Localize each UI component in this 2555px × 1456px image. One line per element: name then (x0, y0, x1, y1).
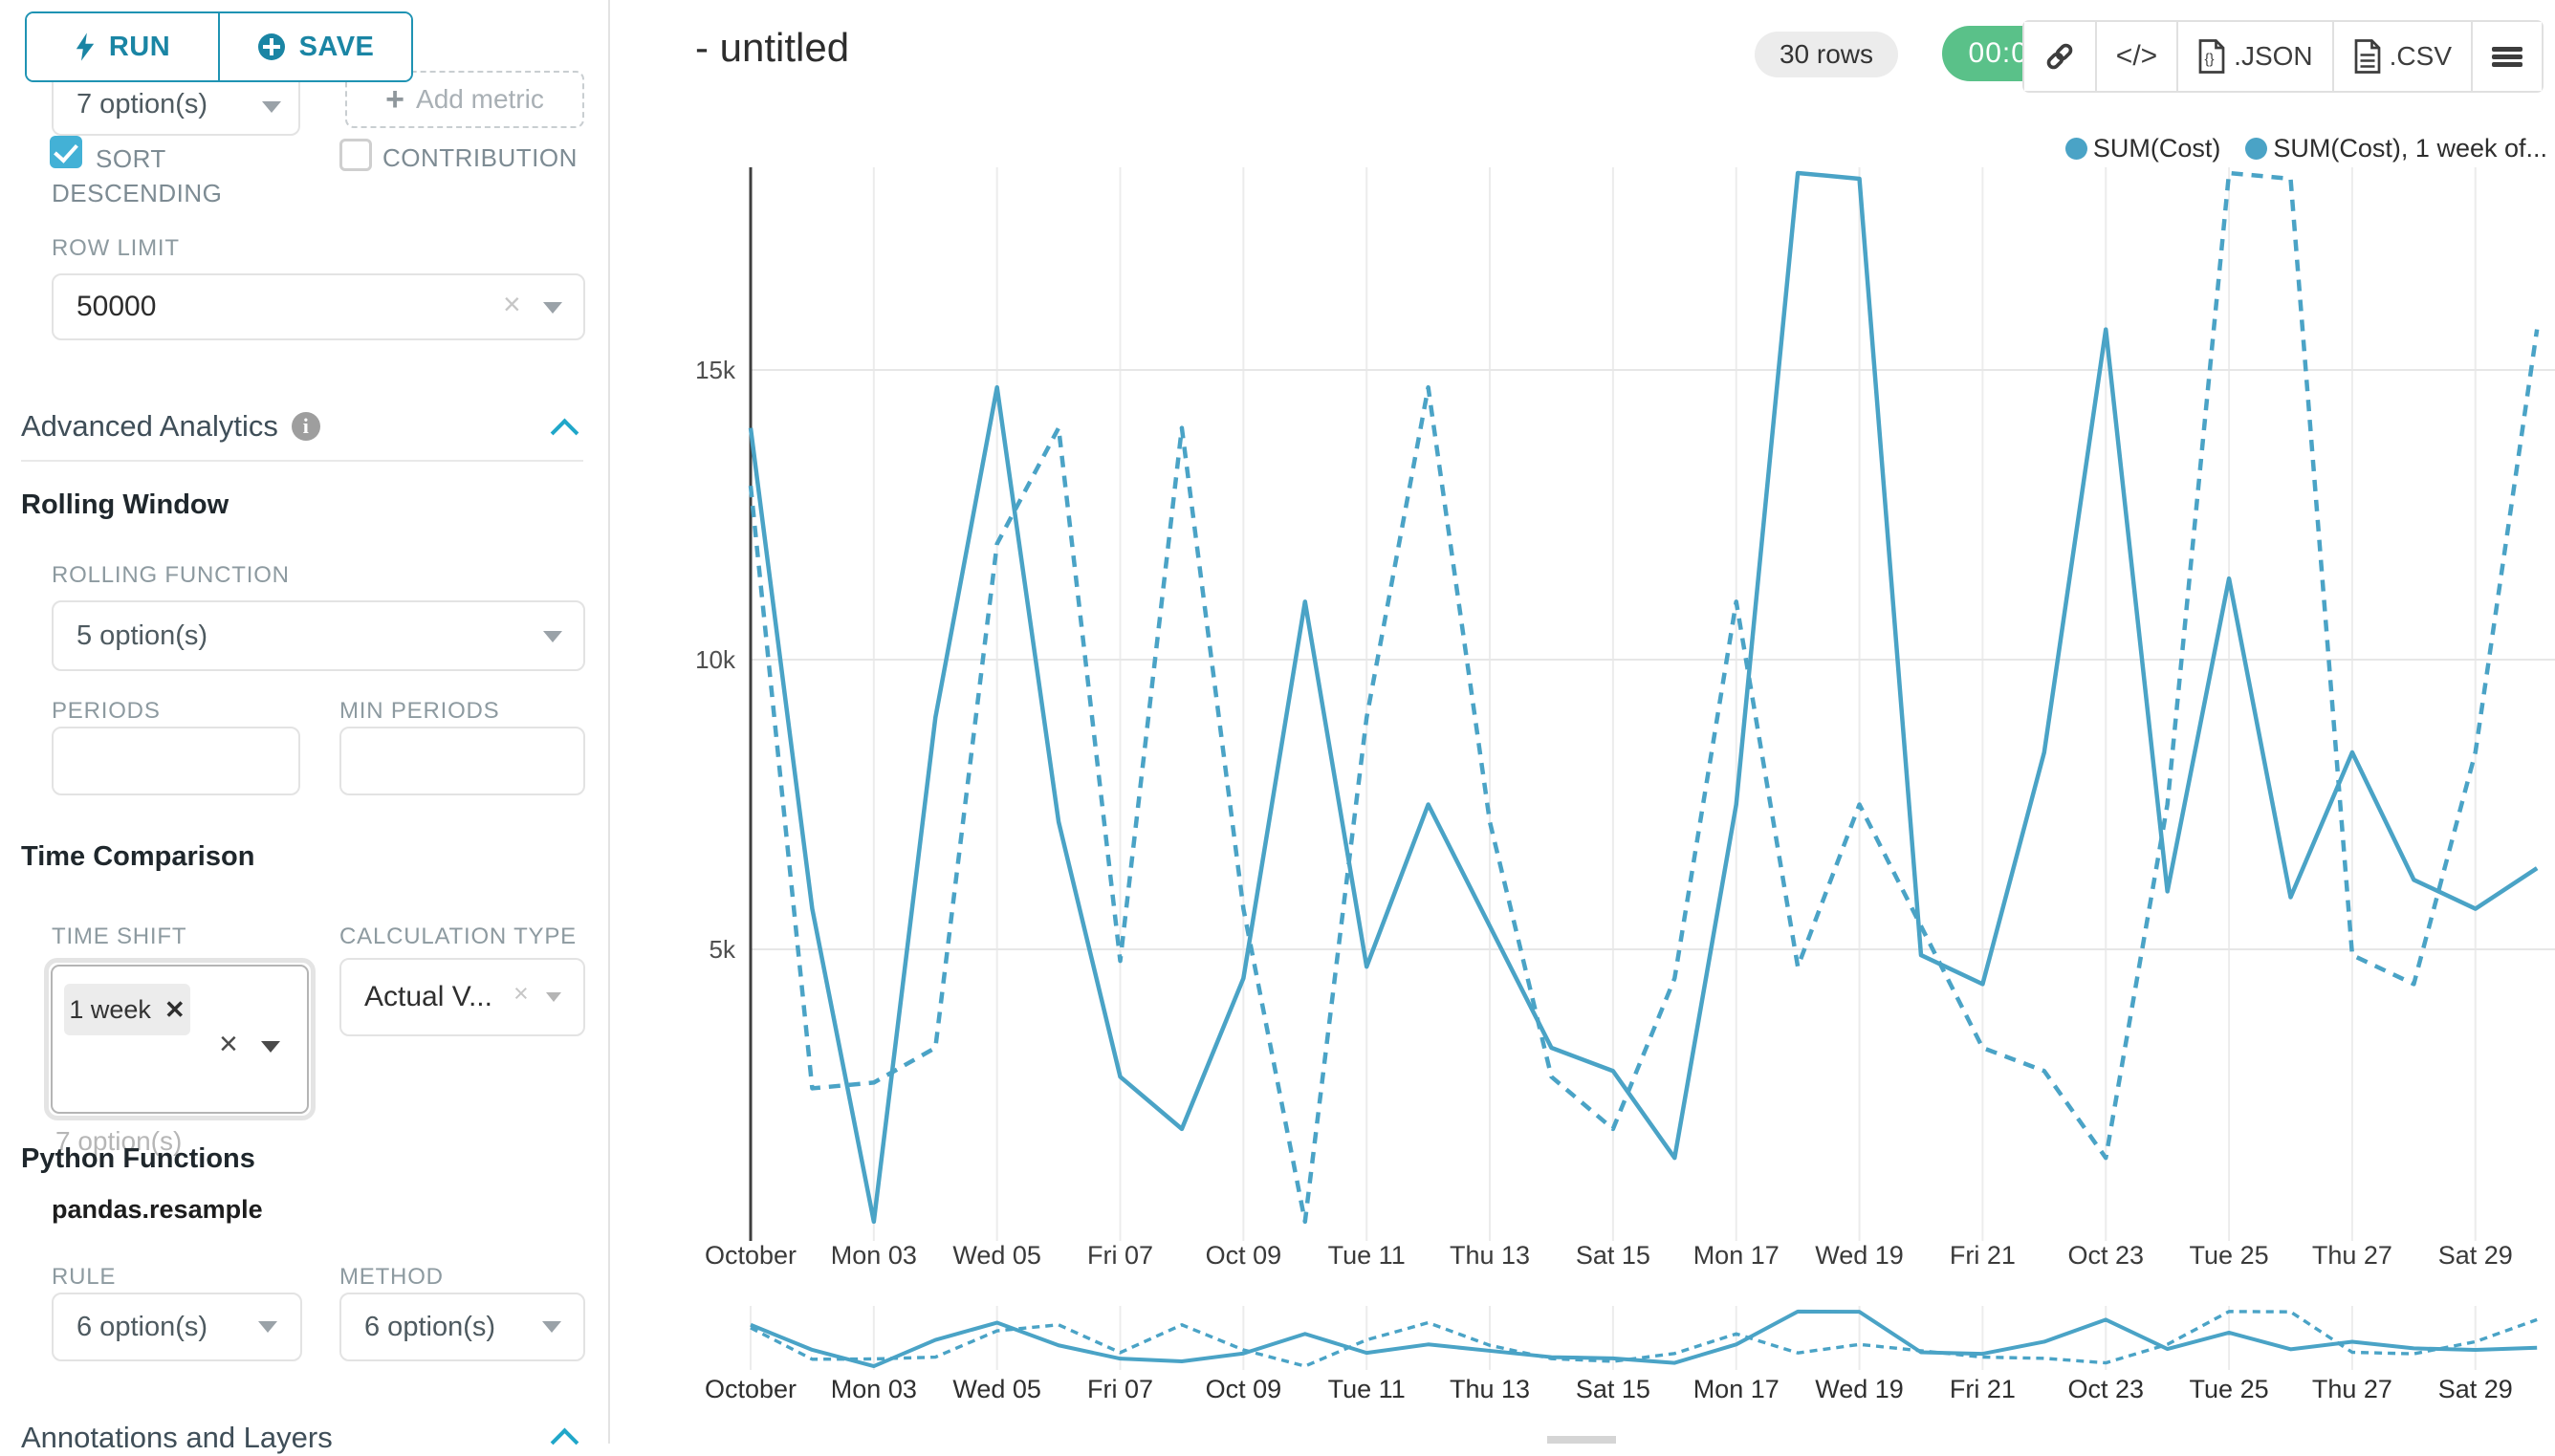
rule-select[interactable]: 6 option(s) (52, 1293, 302, 1361)
chevron-down-icon (262, 101, 281, 113)
svg-text:Oct 09: Oct 09 (1206, 1241, 1282, 1270)
svg-text:Sat 15: Sat 15 (1576, 1375, 1650, 1403)
save-button-label: SAVE (299, 32, 375, 63)
row-limit-value: 50000 (54, 291, 156, 323)
time-comparison-title: Time Comparison (21, 841, 254, 873)
svg-text:Sat 29: Sat 29 (2438, 1375, 2513, 1403)
python-functions-title: Python Functions (21, 1143, 255, 1175)
control-panel: RUN SAVE 7 option(s) + Add metric SORT D… (0, 0, 609, 1444)
section-divider (21, 460, 583, 462)
time-shift-tag-label: 1 week (69, 995, 151, 1025)
calculation-type-label: CALCULATION TYPE (339, 924, 577, 950)
groupby-select-value: 7 option(s) (54, 89, 207, 134)
svg-text:Thu 27: Thu 27 (2312, 1375, 2392, 1403)
chevron-down-icon (542, 1321, 561, 1333)
svg-text:Tue 11: Tue 11 (1328, 1241, 1406, 1270)
min-periods-label: MIN PERIODS (339, 698, 499, 725)
calculation-type-select[interactable]: Actual V... × (339, 958, 585, 1036)
svg-text:October: October (705, 1241, 797, 1270)
svg-text:Wed 19: Wed 19 (1815, 1241, 1904, 1270)
svg-text:Wed 19: Wed 19 (1815, 1375, 1904, 1403)
rolling-function-value: 5 option(s) (54, 620, 207, 652)
time-shift-label: TIME SHIFT (52, 924, 186, 950)
svg-text:Oct 23: Oct 23 (2067, 1241, 2144, 1270)
svg-text:Mon 17: Mon 17 (1693, 1241, 1780, 1270)
row-limit-select[interactable]: 50000 × (52, 273, 585, 340)
svg-text:Wed 05: Wed 05 (952, 1241, 1041, 1270)
sort-descending-label: SORT DESCENDING (52, 141, 222, 210)
svg-text:Fri 21: Fri 21 (1950, 1241, 2016, 1270)
chevron-down-icon (261, 1041, 280, 1053)
calculation-type-value: Actual V... (341, 981, 492, 1013)
svg-text:Mon 17: Mon 17 (1693, 1375, 1780, 1403)
method-select[interactable]: 6 option(s) (339, 1293, 585, 1361)
advanced-analytics-title: Advanced Analytics (21, 409, 278, 444)
clear-icon[interactable]: × (513, 981, 529, 1007)
rule-value: 6 option(s) (54, 1312, 207, 1343)
close-icon[interactable]: ✕ (164, 995, 186, 1025)
svg-text:Fri 07: Fri 07 (1087, 1375, 1153, 1403)
svg-text:Thu 13: Thu 13 (1450, 1241, 1530, 1270)
svg-text:Sat 29: Sat 29 (2438, 1241, 2513, 1270)
chevron-up-icon[interactable] (551, 419, 579, 447)
svg-text:15k: 15k (695, 356, 736, 384)
svg-text:Fri 21: Fri 21 (1950, 1375, 2016, 1403)
contribution-checkbox[interactable] (339, 139, 372, 171)
chevron-down-icon (258, 1321, 277, 1333)
svg-text:Wed 05: Wed 05 (952, 1375, 1041, 1403)
svg-text:Tue 25: Tue 25 (2190, 1375, 2269, 1403)
chevron-down-icon (543, 631, 562, 642)
svg-text:Tue 25: Tue 25 (2190, 1241, 2269, 1270)
info-icon: i (292, 412, 320, 441)
timeseries-line-chart[interactable]: 5k 10k 15k October October Mon 03 Mon 03 Wed 05… (609, 0, 2555, 1444)
svg-text:Sat 15: Sat 15 (1576, 1241, 1650, 1270)
svg-text:Tue 11: Tue 11 (1328, 1375, 1406, 1403)
min-periods-input[interactable] (339, 727, 585, 795)
svg-text:Thu 27: Thu 27 (2312, 1241, 2392, 1270)
run-save-button-group: RUN SAVE (25, 11, 413, 82)
svg-text:Fri 07: Fri 07 (1087, 1241, 1153, 1270)
contribution-label: CONTRIBUTION (382, 143, 578, 173)
chevron-up-icon[interactable] (551, 1428, 579, 1456)
advanced-analytics-header[interactable]: Advanced Analytics i (21, 409, 320, 444)
rule-label: RULE (52, 1264, 116, 1291)
method-label: METHOD (339, 1264, 444, 1291)
save-button[interactable]: SAVE (220, 13, 411, 80)
run-button[interactable]: RUN (27, 13, 220, 80)
time-shift-select[interactable]: 1 week ✕ × (44, 958, 316, 1120)
clear-icon[interactable]: × (219, 1026, 238, 1063)
add-metric-label: Add metric (416, 84, 544, 115)
chevron-down-icon (546, 992, 561, 1002)
rolling-function-label: ROLLING FUNCTION (52, 562, 290, 589)
periods-label: PERIODS (52, 698, 161, 725)
chevron-down-icon (543, 302, 562, 314)
svg-text:Oct 09: Oct 09 (1206, 1375, 1282, 1403)
run-button-label: RUN (109, 32, 170, 63)
svg-text:5k: 5k (710, 935, 736, 964)
pandas-resample-label: pandas.resample (52, 1195, 263, 1225)
clear-icon[interactable]: × (503, 289, 521, 319)
svg-text:10k: 10k (695, 645, 736, 674)
plus-circle-icon (257, 33, 286, 61)
svg-text:Mon 03: Mon 03 (831, 1375, 917, 1403)
svg-text:October: October (705, 1375, 797, 1403)
resize-handle[interactable] (1547, 1436, 1616, 1444)
periods-input[interactable] (52, 727, 300, 795)
svg-text:Thu 13: Thu 13 (1450, 1375, 1530, 1403)
annotations-title: Annotations and Layers (21, 1421, 333, 1455)
svg-text:Mon 03: Mon 03 (831, 1241, 917, 1270)
row-limit-label: ROW LIMIT (52, 235, 180, 262)
lightning-icon (75, 32, 96, 62)
rolling-window-title: Rolling Window (21, 489, 229, 521)
svg-text:Oct 23: Oct 23 (2067, 1375, 2144, 1403)
rolling-function-select[interactable]: 5 option(s) (52, 600, 585, 671)
method-value: 6 option(s) (341, 1312, 495, 1343)
time-shift-tag: 1 week ✕ (64, 984, 190, 1035)
